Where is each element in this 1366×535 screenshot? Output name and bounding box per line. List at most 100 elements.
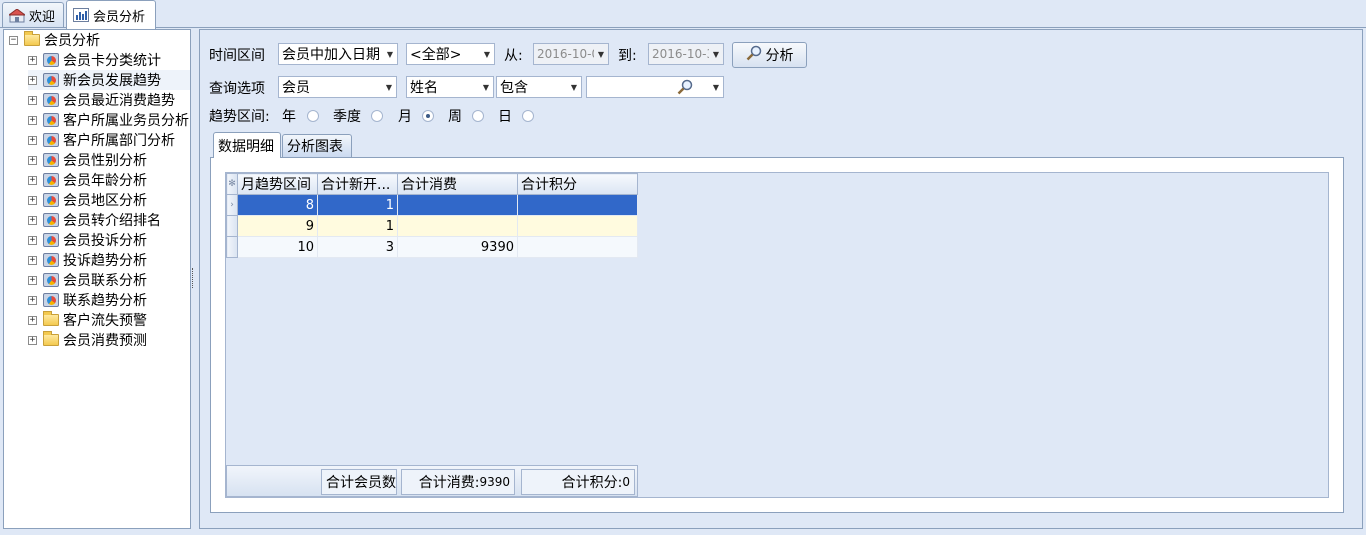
trend-radio-quarter[interactable] xyxy=(371,110,383,122)
dropdown-arrow-icon[interactable]: ▼ xyxy=(479,77,493,97)
expand-icon[interactable]: + xyxy=(28,215,37,225)
trend-radio-year[interactable] xyxy=(307,110,319,122)
dropdown-arrow-icon[interactable]: ▼ xyxy=(382,77,396,97)
tree-item-label: 会员联系分析 xyxy=(63,273,147,289)
table-row[interactable]: › 8 1 xyxy=(226,194,638,216)
tree-item[interactable]: + 联系趋势分析 xyxy=(28,290,147,310)
table-cell[interactable]: 1 xyxy=(317,215,398,237)
tree-item[interactable]: + 会员消费预测 xyxy=(28,330,147,350)
from-date-picker[interactable]: 2016-10-0 ▼ xyxy=(533,43,609,65)
trend-radio-day[interactable] xyxy=(522,110,534,122)
expand-icon[interactable]: + xyxy=(28,255,37,265)
tab-data-detail[interactable]: 数据明细 xyxy=(213,132,281,158)
column-header[interactable]: 月趋势区间 xyxy=(237,173,318,195)
expand-icon[interactable]: + xyxy=(28,235,37,245)
tab-data-detail-label: 数据明细 xyxy=(218,138,274,155)
dropdown-arrow-icon[interactable]: ▼ xyxy=(709,77,723,97)
table-cell[interactable]: 3 xyxy=(317,236,398,258)
query-value-input[interactable]: ▼ xyxy=(586,76,724,98)
tree-item-label: 客户流失预警 xyxy=(63,313,147,329)
dropdown-arrow-icon[interactable]: ▼ xyxy=(594,44,608,64)
tree-item[interactable]: + 客户所属部门分析 xyxy=(28,130,175,150)
trend-radio-week[interactable] xyxy=(472,110,484,122)
expand-icon[interactable]: + xyxy=(28,275,37,285)
table-cell[interactable] xyxy=(517,215,638,237)
row-indicator[interactable] xyxy=(226,215,238,237)
table-cell[interactable] xyxy=(517,194,638,216)
table-row[interactable]: 10 3 9390 xyxy=(226,236,638,258)
time-field-select[interactable]: 会员中加入日期 ▼ xyxy=(278,43,398,65)
folder-icon xyxy=(43,311,59,326)
expand-icon[interactable]: + xyxy=(28,75,37,85)
column-header[interactable]: 合计消费 xyxy=(397,173,518,195)
tree-item-label: 会员性别分析 xyxy=(63,153,147,169)
collapse-icon[interactable]: − xyxy=(9,35,18,45)
dropdown-arrow-icon[interactable]: ▼ xyxy=(567,77,581,97)
tab-analysis-chart[interactable]: 分析图表 xyxy=(282,134,352,157)
tree-item[interactable]: + 投诉趋势分析 xyxy=(28,250,147,270)
tree-item[interactable]: + 会员卡分类统计 xyxy=(28,50,161,70)
table-cell[interactable] xyxy=(397,194,518,216)
tab-member-analysis[interactable]: 会员分析 xyxy=(66,0,156,29)
dropdown-arrow-icon[interactable]: ▼ xyxy=(480,44,494,64)
row-indicator-icon[interactable]: › xyxy=(226,194,238,216)
row-indicator[interactable] xyxy=(226,236,238,258)
document-tabs: 欢迎 会员分析 xyxy=(0,0,1366,29)
query-operator-select[interactable]: 包含 ▼ xyxy=(496,76,582,98)
pie-chart-icon xyxy=(43,53,59,67)
panel-splitter[interactable] xyxy=(192,268,194,288)
tree-item[interactable]: + 会员最近消费趋势 xyxy=(28,90,175,110)
pie-chart-icon xyxy=(43,93,59,107)
tree-root[interactable]: − 会员分析 xyxy=(9,30,100,50)
tree-item[interactable]: + 会员投诉分析 xyxy=(28,230,147,250)
table-cell[interactable]: 9390 xyxy=(397,236,518,258)
time-field-value: 会员中加入日期 xyxy=(282,47,380,63)
tree-item[interactable]: + 客户流失预警 xyxy=(28,310,147,330)
tree-item[interactable]: + 会员性别分析 xyxy=(28,150,147,170)
expand-icon[interactable]: + xyxy=(28,55,37,65)
data-table: ✻ 月趋势区间 合计新开... 合计消费 合计积分 › 8 1 9 1 10 3… xyxy=(226,173,638,258)
footer-consume-value: 9390 xyxy=(479,475,510,489)
tree-item[interactable]: + 新会员发展趋势 xyxy=(28,70,190,90)
time-range-select[interactable]: <全部> ▼ xyxy=(406,43,495,65)
dropdown-arrow-icon[interactable]: ▼ xyxy=(709,44,723,64)
table-cell[interactable]: 10 xyxy=(237,236,318,258)
expand-icon[interactable]: + xyxy=(28,335,37,345)
grid-corner[interactable]: ✻ xyxy=(226,173,238,195)
table-row[interactable]: 9 1 xyxy=(226,215,638,237)
expand-icon[interactable]: + xyxy=(28,295,37,305)
dropdown-arrow-icon[interactable]: ▼ xyxy=(383,44,397,64)
tree-item[interactable]: + 客户所属业务员分析 xyxy=(28,110,189,130)
to-date-picker[interactable]: 2016-10-3 ▼ xyxy=(648,43,724,65)
table-cell[interactable] xyxy=(517,236,638,258)
tree-item[interactable]: + 会员联系分析 xyxy=(28,270,147,290)
expand-icon[interactable]: + xyxy=(28,195,37,205)
expand-icon[interactable]: + xyxy=(28,155,37,165)
tab-welcome[interactable]: 欢迎 xyxy=(2,2,64,28)
tree-item[interactable]: + 会员转介绍排名 xyxy=(28,210,161,230)
pie-chart-icon xyxy=(43,293,59,307)
table-cell[interactable]: 9 xyxy=(237,215,318,237)
expand-icon[interactable]: + xyxy=(28,175,37,185)
trend-radio-month[interactable] xyxy=(422,110,434,122)
column-header[interactable]: 合计积分 xyxy=(517,173,638,195)
expand-icon[interactable]: + xyxy=(28,95,37,105)
tree-item-label: 会员投诉分析 xyxy=(63,233,147,249)
analyze-button[interactable]: 分析 xyxy=(732,42,807,68)
pie-chart-icon xyxy=(43,133,59,147)
query-field-select[interactable]: 姓名 ▼ xyxy=(406,76,494,98)
column-header[interactable]: 合计新开... xyxy=(317,173,398,195)
expand-icon[interactable]: + xyxy=(28,135,37,145)
tree-item[interactable]: + 会员地区分析 xyxy=(28,190,147,210)
tab-member-analysis-label: 会员分析 xyxy=(93,9,146,25)
table-cell[interactable]: 1 xyxy=(317,194,398,216)
from-date-value: 2016-10-0 xyxy=(537,47,600,61)
expand-icon[interactable]: + xyxy=(28,115,37,125)
table-cell[interactable]: 8 xyxy=(237,194,318,216)
pie-chart-icon xyxy=(43,253,59,267)
expand-icon[interactable]: + xyxy=(28,315,37,325)
tree-item[interactable]: + 会员年龄分析 xyxy=(28,170,147,190)
query-target-select[interactable]: 会员 ▼ xyxy=(278,76,397,98)
table-cell[interactable] xyxy=(397,215,518,237)
search-icon[interactable] xyxy=(677,79,693,97)
